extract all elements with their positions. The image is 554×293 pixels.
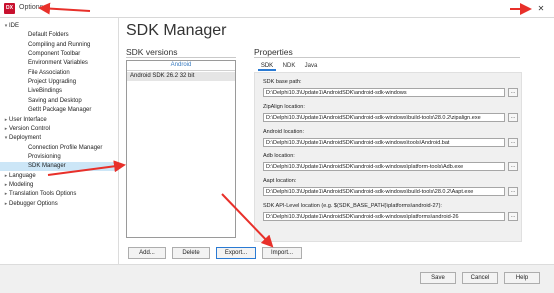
options-tree: ▾ IDE Default Folders Compiling and Running… [0,18,119,264]
export-button[interactable]: Export... [216,247,256,259]
tree-item-label: User Interface [9,116,47,123]
browse-button[interactable]: ... [508,137,518,147]
tab-java[interactable]: Java [302,61,320,71]
help-button[interactable]: Help [504,272,540,284]
field-label: Adb location: [263,153,295,160]
tree-item-connection-profile-manager[interactable]: Connection Profile Manager [0,144,118,153]
path-input[interactable]: D:\Delphi10.3\Update1\AndroidSDK\android… [263,212,505,221]
window-title: Options [19,4,44,11]
sdk-versions-heading: SDK versions [126,47,178,57]
tree-item-default-folders[interactable]: Default Folders [0,31,118,40]
tree-item-modeling[interactable]: ▸ Modeling [0,181,118,190]
tree-item-component-toolbar[interactable]: Component Toolbar [0,50,118,59]
path-input[interactable]: D:\Delphi10.3\Update1\AndroidSDK\android… [263,162,505,172]
title-bar [0,0,554,17]
save-button[interactable]: Save [420,272,456,284]
tree-item-label: Environment Variables [28,60,88,67]
delete-button[interactable]: Delete [172,247,210,259]
list-group-header: Android [127,61,235,71]
path-input[interactable]: D:\Delphi10.3\Update1\AndroidSDK\android… [263,137,505,147]
cancel-button[interactable]: Cancel [462,272,498,284]
tree-item-label: Connection Profile Manager [28,144,103,151]
tree-item-label: Project Upgrading [28,79,77,86]
tree-item-label: GetIt Package Manager [28,107,92,114]
tree-item-environment-variables[interactable]: Environment Variables [0,59,118,68]
tree-item-label: Language [9,172,36,179]
tree-item-label: Component Toolbar [28,51,81,58]
tree-item-saving-and-desktop[interactable]: Saving and Desktop [0,97,118,106]
tree-item-project-upgrading[interactable]: Project Upgrading [0,78,118,87]
tree-item-getit-package-manager[interactable]: GetIt Package Manager [0,106,118,115]
tree-item-label: Saving and Desktop [28,97,82,104]
page-title: SDK Manager [126,22,227,39]
tree-item-label: Debugger Options [9,200,58,207]
tree-item-label: File Association [28,69,70,76]
tree-item-language[interactable]: ▸ Language [0,172,118,181]
path-input[interactable]: D:\Delphi10.3\Update1\AndroidSDK\android… [263,187,505,197]
browse-button[interactable]: ... [508,212,518,221]
app-logo-icon: DX [4,3,15,14]
tree-item-sdk-manager[interactable]: SDK Manager [0,162,118,172]
field-label: SDK API-Level location (e.g. $(SDK_BASE_… [263,203,442,209]
add-button[interactable]: Add... [128,247,166,259]
import-button[interactable]: Import... [262,247,302,259]
path-input[interactable]: D:\Delphi10.3\Update1\AndroidSDK\android… [263,112,505,122]
tree-item-label: Provisioning [28,153,61,160]
tree-item-ide[interactable]: ▾ IDE [0,22,118,31]
tree-item-label: Compiling and Running [28,41,91,48]
sdk-versions-list[interactable]: Android Android SDK 26.2 32 bit [126,60,236,238]
tree-item-version-control[interactable]: ▸ Version Control [0,125,118,134]
tab-sdk[interactable]: SDK [258,61,276,71]
properties-panel: SDK base path: D:\Delphi10.3\Update1\Andr… [254,72,522,242]
field-label: ZipAlign location: [263,103,305,110]
tree-item-label: IDE [9,23,20,29]
tree-item-deployment[interactable]: ▾ Deployment [0,134,118,143]
field-label: Android location: [263,128,304,135]
tree-item-compiling-and-running[interactable]: Compiling and Running [0,41,118,50]
divider [126,57,236,58]
tree-item-translation-tools-options[interactable]: ▸ Translation Tools Options [0,190,118,199]
close-window-button[interactable]: ✕ [534,3,548,14]
properties-heading: Properties [254,47,293,57]
tree-item-label: LiveBindings [28,88,63,95]
tree-item-livebindings[interactable]: LiveBindings [0,87,118,96]
tree-item-label: Deployment [9,135,42,142]
path-input[interactable]: D:\Delphi10.3\Update1\AndroidSDK\android… [263,88,505,97]
browse-button[interactable]: ... [508,88,518,97]
tree-item-label: Default Folders [28,32,69,39]
tree-item-label: SDK Manager [28,163,66,170]
tree-item-label: Modeling [9,181,34,188]
tree-item-file-association[interactable]: File Association [0,69,118,78]
tab-ndk[interactable]: NDK [280,61,298,71]
tree-item-provisioning[interactable]: Provisioning [0,153,118,162]
tree-item-label: Translation Tools Options [9,191,77,198]
tree-item-user-interface[interactable]: ▸ User Interface [0,116,118,125]
divider [254,57,520,58]
field-label: SDK base path: [263,79,302,85]
browse-button[interactable]: ... [508,162,518,172]
browse-button[interactable]: ... [508,112,518,122]
tree-item-label: Version Control [9,125,51,132]
list-item-sdk[interactable]: Android SDK 26.2 32 bit [127,72,235,81]
tree-item-debugger-options[interactable]: ▸ Debugger Options [0,200,118,209]
field-label: Aapt location: [263,178,297,185]
browse-button[interactable]: ... [508,187,518,197]
